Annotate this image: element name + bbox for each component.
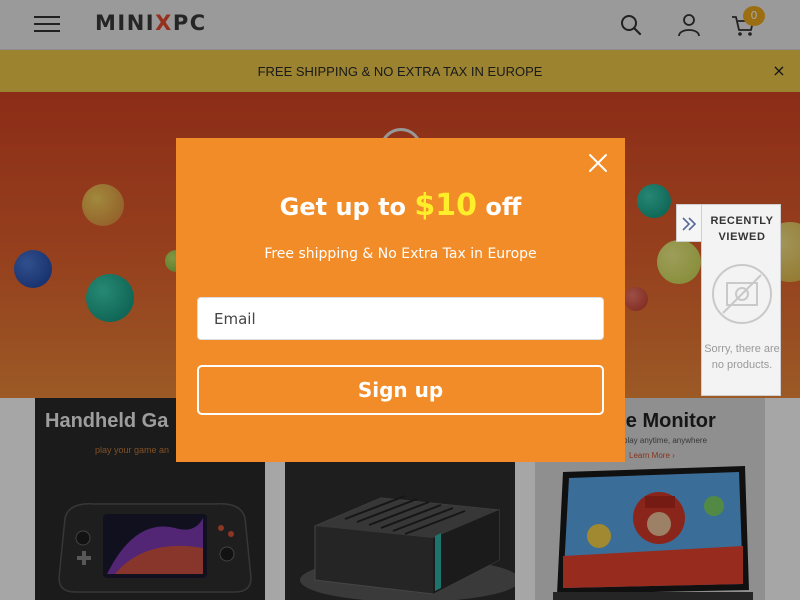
close-icon[interactable] (587, 152, 609, 174)
recently-viewed-panel: RECENTLY VIEWED Sorry, there are no prod… (701, 204, 781, 396)
recently-viewed-title: RECENTLY VIEWED (710, 215, 774, 243)
popup-headline-amount: $10 (414, 188, 478, 223)
recently-viewed-toggle[interactable] (676, 204, 701, 242)
no-image-icon (712, 264, 772, 324)
popup-headline-tail: off (477, 193, 522, 221)
double-chevron-right-icon (682, 217, 697, 231)
popup-subtitle: Free shipping & No Extra Tax in Europe (264, 246, 537, 262)
popup-headline-lead: Get up to (279, 193, 415, 221)
signup-button[interactable]: Sign up (197, 365, 604, 415)
recently-viewed-empty-text: Sorry, there are no products. (704, 343, 780, 371)
email-field[interactable] (197, 297, 604, 340)
discount-popup: Get up to $10 off Free shipping & No Ext… (176, 138, 625, 462)
popup-headline: Get up to $10 off (176, 188, 625, 223)
